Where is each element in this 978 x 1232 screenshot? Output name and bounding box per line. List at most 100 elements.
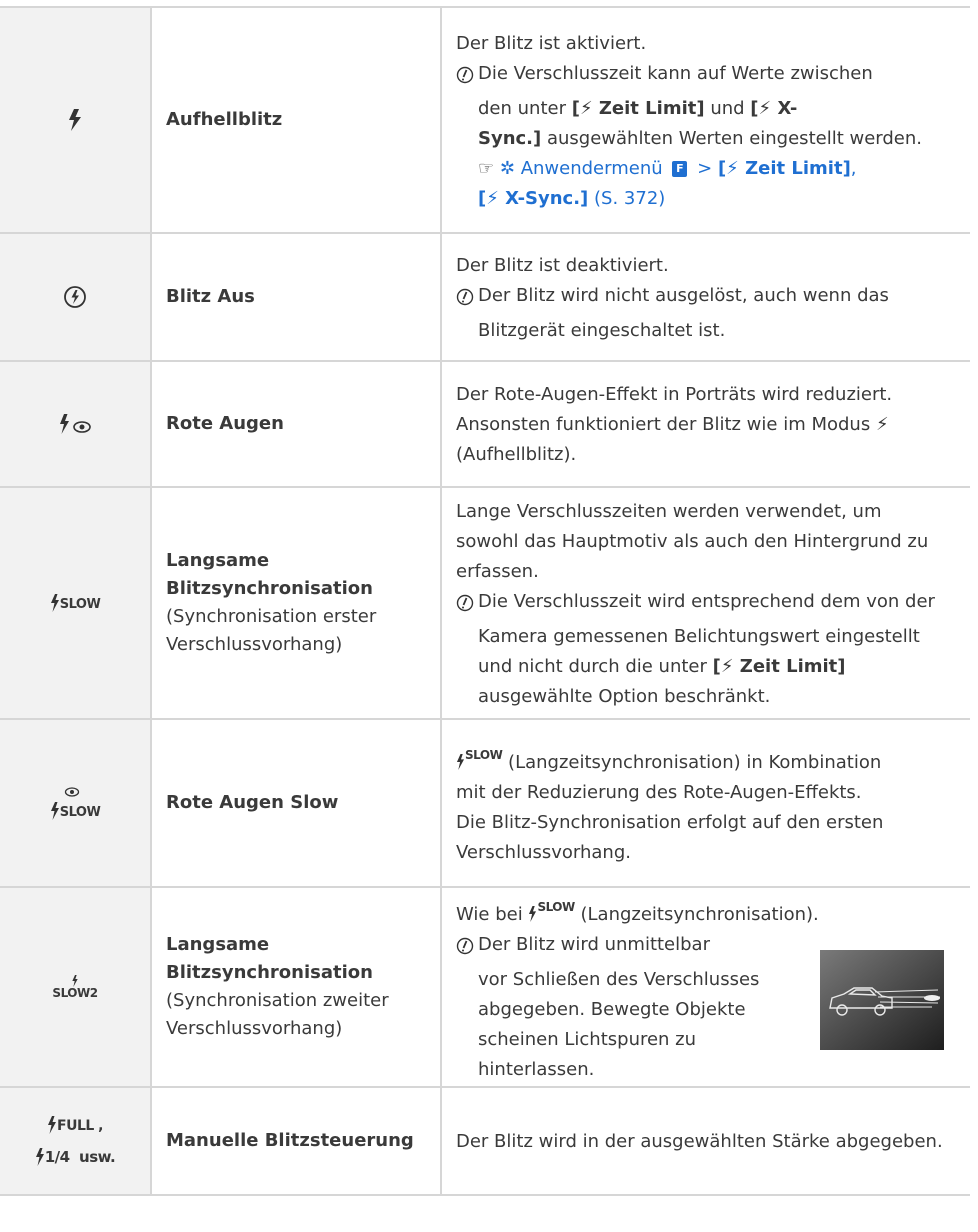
mode-name: Rote Augen xyxy=(166,413,284,434)
link-text: Zeit Limit] xyxy=(745,157,851,179)
caution-icon xyxy=(456,281,478,316)
description-text: Ansonsten funktioniert der Blitz wie im … xyxy=(456,414,871,435)
slow-label: SLOW xyxy=(537,899,575,914)
flash-icon: ⚡︎ xyxy=(875,414,889,435)
flash-icon: ⚡︎ xyxy=(758,97,772,119)
note-text: und nicht durch die unter [⚡︎ Zeit Limit… xyxy=(478,655,846,677)
caution-icon xyxy=(456,930,478,965)
description-cell: Lange Verschlusszeiten werden verwendet,… xyxy=(442,488,970,718)
mode-name-cell: Langsame Blitzsynchronisation (Synchroni… xyxy=(152,488,442,718)
mode-name-cell: Langsame Blitzsynchronisation (Synchroni… xyxy=(152,888,442,1086)
note-text: Der Blitz wird nicht ausgelöst, auch wen… xyxy=(478,284,889,306)
caution-icon xyxy=(456,59,478,94)
description-line: SLOW (Langzeitsynchronisation) in Kombin… xyxy=(456,740,962,778)
flash-icon: ⚡︎ xyxy=(720,655,734,677)
slow-sync-icon: SLOW xyxy=(528,892,575,922)
time-limit-link[interactable]: [⚡︎ Zeit Limit] xyxy=(718,158,851,179)
mode-name: Aufhellblitz xyxy=(166,109,283,130)
flash-symbol-cell: SLOW xyxy=(0,488,152,718)
note-fragment: und xyxy=(710,97,745,119)
gear-icon: ✲ xyxy=(499,157,515,179)
description-line: Wie bei SLOW (Langzeitsynchronisation). xyxy=(456,892,962,930)
description-line: Lange Verschlusszeiten werden verwendet,… xyxy=(456,500,882,522)
caution-note: Der Blitz wird nicht ausgelöst, auch wen… xyxy=(456,281,962,316)
flash-symbol-cell: FULL , 1/4 usw. xyxy=(0,1088,152,1194)
mode-name: Manuelle Blitzsteuerung xyxy=(166,1130,414,1151)
slow2-sync-icon: SLOW2 xyxy=(52,975,98,1000)
link-text: X-Sync.] xyxy=(505,187,589,209)
flash-icon: ⚡︎ xyxy=(486,187,499,209)
description-line: Verschlussvorhang. xyxy=(456,842,631,863)
description-line: Der Blitz wird in der ausgewählten Stärk… xyxy=(456,1131,943,1152)
cross-reference: [⚡︎ X-Sync.] (S. 372) xyxy=(456,184,962,214)
flash-icon: ⚡︎ xyxy=(726,157,739,179)
note-text: den unter [⚡︎ Zeit Limit] und [⚡︎ X- xyxy=(478,97,798,119)
caution-note: Die Verschlusszeit kann auf Werte zwisch… xyxy=(456,59,962,94)
description-text: Wie bei xyxy=(456,903,523,925)
caution-note: Die Verschlusszeit wird entsprechend dem… xyxy=(456,587,962,622)
red-eye-slow-icon: SLOW xyxy=(50,786,101,820)
flash-icon xyxy=(69,109,81,131)
quarter-label: 1/4 usw. xyxy=(44,1148,116,1166)
description-line: Der Blitz ist aktiviert. xyxy=(456,32,647,54)
separator: > xyxy=(697,157,713,179)
f-menu-badge: F xyxy=(672,160,688,177)
flash-icon: ⚡︎ xyxy=(579,97,593,119)
page-link[interactable]: (S. 372) xyxy=(594,188,665,209)
description-cell: SLOW (Langzeitsynchronisation) in Kombin… xyxy=(442,720,970,886)
description-line: (Aufhellblitz). xyxy=(456,444,577,465)
note-text: Die Verschlusszeit wird entsprechend dem… xyxy=(478,590,935,612)
description-line: Die Blitz-Synchronisation erfolgt auf de… xyxy=(456,812,884,833)
slow-sync-icon: SLOW xyxy=(50,594,101,612)
table-row: SLOW Langsame Blitzsynchronisation (Sync… xyxy=(0,488,970,720)
mode-name-cell: Aufhellblitz xyxy=(152,8,442,232)
flash-symbol-cell xyxy=(0,234,152,360)
mode-name-cell: Blitz Aus xyxy=(152,234,442,360)
note-text: hinterlassen. xyxy=(478,1058,595,1080)
custom-menu-link[interactable]: Anwendermenü xyxy=(521,158,663,179)
table-row: Blitz Aus Der Blitz ist deaktiviert. Der… xyxy=(0,234,970,362)
note-text: Der Blitz wird unmittelbar xyxy=(478,933,710,955)
note-fragment: und nicht durch die unter xyxy=(478,655,707,677)
flash-symbol-cell: SLOW2 xyxy=(0,888,152,1086)
note-text: Blitzgerät eingeschaltet ist. xyxy=(478,319,726,341)
mode-subtitle: (Synchronisation erster xyxy=(166,606,377,627)
description-cell: Der Blitz ist aktiviert. Die Verschlussz… xyxy=(442,8,970,232)
description-line: mit der Reduzierung des Rote-Augen-Effek… xyxy=(456,782,862,803)
x-sync-link[interactable]: [⚡︎ X-Sync.] xyxy=(478,188,588,209)
reference-icon: ☞ xyxy=(478,157,495,179)
flash-full-icon: FULL , xyxy=(47,1116,103,1134)
note-text: Sync.] ausgewählten Werten eingestellt w… xyxy=(456,124,962,154)
description-text: (Langzeitsynchronisation) in Kombination xyxy=(508,752,882,773)
setting-name: X- xyxy=(777,97,798,119)
slow-label: SLOW xyxy=(59,805,101,820)
mode-subtitle: Verschlussvorhang) xyxy=(166,634,343,655)
description-cell: Der Blitz wird in der ausgewählten Stärk… xyxy=(442,1088,970,1194)
table-row: FULL , 1/4 usw. Manuelle Blitzsteuerung … xyxy=(0,1088,970,1196)
flash-symbol-cell xyxy=(0,362,152,486)
description-line: sowohl das Hauptmotiv als auch den Hinte… xyxy=(456,530,929,552)
note-fragment: ausgewählten Werten eingestellt werden. xyxy=(546,127,922,149)
mode-name: Langsame xyxy=(166,934,270,955)
caution-icon xyxy=(456,587,478,622)
flash-mode-table: Aufhellblitz Der Blitz ist aktiviert. Di… xyxy=(0,6,970,1196)
mode-name-cell: Rote Augen Slow xyxy=(152,720,442,886)
setting-name: Zeit Limit] xyxy=(598,97,705,119)
note-text: ausgewählte Option beschränkt. xyxy=(478,685,771,707)
table-row: Aufhellblitz Der Blitz ist aktiviert. Di… xyxy=(0,8,970,234)
red-eye-flash-icon xyxy=(60,414,91,434)
description-cell: Der Rote-Augen-Effekt in Porträts wird r… xyxy=(442,362,970,486)
table-row: Rote Augen Der Rote-Augen-Effekt in Port… xyxy=(0,362,970,488)
flash-symbol-cell xyxy=(0,8,152,232)
note-text: Kamera gemessenen Belichtungswert einges… xyxy=(478,625,920,647)
description-text: (Langzeitsynchronisation). xyxy=(580,903,819,925)
description-line: erfassen. xyxy=(456,560,539,582)
cross-reference: ☞ ✲ Anwendermenü F > [⚡︎ Zeit Limit], xyxy=(456,154,962,184)
table-row: SLOW2 Langsame Blitzsynchronisation (Syn… xyxy=(0,888,970,1088)
flash-off-icon xyxy=(64,286,86,308)
setting-name: Sync.] xyxy=(478,127,542,149)
slow2-label: SLOW2 xyxy=(52,986,98,1000)
flash-symbol-cell: SLOW xyxy=(0,720,152,886)
slow-label: SLOW xyxy=(59,597,101,612)
note-text: Die Verschlusszeit kann auf Werte zwisch… xyxy=(478,62,873,84)
